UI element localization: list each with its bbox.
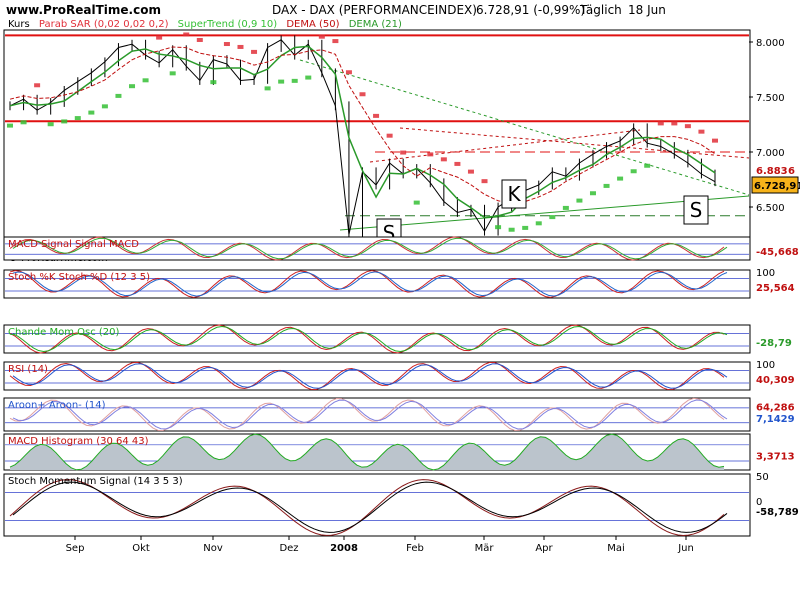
supertrend-dot	[413, 200, 420, 205]
xtick-label: Sep	[66, 543, 85, 554]
indicator-title: Stoch %K Stoch %D (12 3 5)	[8, 272, 150, 283]
xtick-label: Okt	[132, 543, 150, 554]
supertrend-dot	[291, 78, 298, 83]
indicator-title: MACD Histogram (30 64 43)	[8, 436, 149, 447]
supertrend-dot	[305, 75, 312, 80]
supertrend-dot	[237, 44, 244, 49]
indicator-value: 3,3713	[756, 452, 795, 463]
xtick-label: Feb	[406, 543, 424, 554]
supertrend-dot	[440, 157, 447, 162]
supertrend-dot	[101, 104, 108, 109]
indicator-panel-aroon	[3, 397, 751, 432]
indicator-value-2: 64,286	[756, 402, 795, 413]
supertrend-dot	[129, 84, 136, 89]
supertrend-dot	[522, 225, 529, 230]
indicator-value: 25,564	[756, 283, 795, 294]
price-ytick-label: 7.000	[756, 148, 785, 159]
supertrend-dot	[617, 176, 624, 181]
xtick-label: Nov	[203, 543, 223, 554]
right-shoulder-label: S	[690, 198, 703, 222]
supertrend-dot	[535, 221, 542, 226]
supertrend-dot	[115, 93, 122, 98]
price-ytick-label: 6.500	[756, 203, 785, 214]
xtick-label: Mai	[607, 543, 625, 554]
supertrend-dot	[61, 119, 68, 124]
supertrend-dot	[142, 78, 149, 83]
indicator-title: Stoch Momentum Signal (14 3 5 3)	[8, 476, 183, 487]
supertrend-dot	[183, 32, 190, 37]
supertrend-dot	[332, 39, 339, 44]
last-price-label: 6.728,91	[754, 181, 800, 192]
supertrend-dot	[373, 113, 380, 118]
supertrend-dot	[454, 161, 461, 166]
supertrend-dot	[20, 120, 27, 125]
supertrend-dot	[698, 129, 705, 134]
supertrend-dot	[318, 34, 325, 39]
supertrend-dot	[481, 179, 488, 184]
supertrend-dot	[345, 70, 352, 75]
indicator-tick: 0	[756, 497, 762, 508]
xtick-label: Mär	[475, 543, 495, 554]
xtick-label: Dez	[279, 543, 298, 554]
supertrend-dot	[88, 110, 95, 115]
indicator-title: MACD Signal Signal MACD	[8, 239, 139, 250]
indicator-value: 7,1429	[756, 414, 795, 425]
indicator-value: -58,789	[756, 507, 799, 518]
value-tag-psar: 6.883	[756, 166, 788, 177]
chart-svg: 8.0007.5007.0006.500 SKS6.88366.728,91 ©…	[3, 29, 800, 554]
xtick-label: Apr	[535, 543, 553, 554]
supertrend-dot	[47, 122, 54, 127]
supertrend-dot	[264, 86, 271, 91]
price-ytick-label: 7.500	[756, 93, 785, 104]
indicator-value: 40,309	[756, 375, 795, 386]
supertrend-dot	[223, 42, 230, 47]
indicator-title: RSI (14)	[8, 364, 48, 375]
supertrend-dot	[386, 133, 393, 138]
supertrend-dot	[467, 169, 474, 174]
indicator-tick: 100	[756, 360, 775, 371]
indicator-title: Chande Mom Osc (20)	[8, 327, 120, 338]
supertrend-dot	[34, 83, 41, 88]
indicator-tick: 100	[756, 268, 775, 279]
indicator-tick: 50	[756, 472, 769, 483]
supertrend-dot	[684, 124, 691, 129]
supertrend-dot	[156, 35, 163, 40]
price-ytick-label: 8.000	[756, 38, 785, 49]
value-tag-dema: 6	[788, 166, 795, 177]
supertrend-dot	[508, 227, 515, 232]
supertrend-dot	[712, 138, 718, 143]
supertrend-dot	[427, 152, 434, 157]
supertrend-dot	[549, 215, 556, 220]
supertrend-dot	[657, 121, 664, 126]
supertrend-dot	[251, 49, 258, 54]
supertrend-dot	[74, 116, 81, 121]
supertrend-dot	[671, 121, 678, 126]
supertrend-dot	[630, 169, 637, 174]
supertrend-dot	[576, 198, 583, 203]
supertrend-dot	[7, 123, 13, 128]
indicator-value: -45,668	[756, 247, 799, 258]
supertrend-dot	[644, 163, 651, 168]
supertrend-dot	[603, 183, 610, 188]
supertrend-dot	[210, 80, 217, 85]
supertrend-dot	[589, 191, 596, 196]
xtick-label: 2008	[330, 543, 358, 554]
supertrend-dot	[196, 37, 203, 42]
supertrend-dot	[400, 150, 407, 155]
supertrend-dot	[495, 225, 502, 230]
indicator-value: -28,79	[756, 338, 792, 349]
indicator-title: Aroon+ Aroon- (14)	[8, 400, 106, 411]
head-label: K	[507, 182, 521, 206]
supertrend-dot	[562, 205, 569, 210]
supertrend-dot	[359, 92, 366, 97]
xtick-label: Jun	[677, 543, 694, 554]
supertrend-dot	[278, 79, 285, 84]
supertrend-dot	[169, 71, 176, 76]
